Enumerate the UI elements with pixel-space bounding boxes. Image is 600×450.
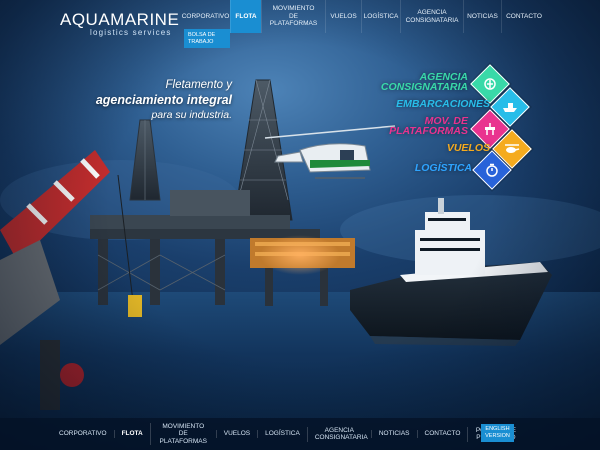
stopwatch-icon xyxy=(479,157,505,183)
footer-logistica[interactable]: Logística xyxy=(257,430,307,438)
nav-noticias[interactable]: Noticias xyxy=(463,0,501,33)
logo-wordmark: AQUAMARINE xyxy=(60,10,180,29)
submenu-bolsa-de-trabajo[interactable]: Bolsa de Trabajo xyxy=(184,29,230,48)
footer-flota[interactable]: Flota xyxy=(113,430,150,438)
service-embarcaciones[interactable]: Embarcaciones xyxy=(396,99,490,110)
vignette xyxy=(0,0,600,450)
nav-agencia-consignataria[interactable]: Agencia Consignataria xyxy=(400,0,463,33)
footer-agencia-consignataria[interactable]: Agencia Consignataria xyxy=(306,426,371,442)
footer-navigation: Corporativo Flota Movimiento de Platafor… xyxy=(52,422,523,446)
top-navigation: Corporativo Flota Movimiento de Platafor… xyxy=(181,0,546,33)
footer-contacto[interactable]: Contacto xyxy=(416,430,468,438)
footer-noticias[interactable]: Noticias xyxy=(370,430,417,438)
slogan-line-3: para su industria. xyxy=(151,109,232,121)
nav-vuelos[interactable]: Vuelos xyxy=(325,0,361,33)
footer-movimiento-de-plataformas[interactable]: Movimiento de Plataformas xyxy=(149,422,216,446)
logo[interactable]: AQUAMARINE logistics services xyxy=(60,10,180,38)
english-version-button[interactable]: English Version xyxy=(481,424,514,442)
service-vuelos[interactable]: Vuelos xyxy=(447,143,490,154)
hero-background xyxy=(0,0,600,450)
footer-vuelos[interactable]: Vuelos xyxy=(215,430,257,438)
hero-slogan: Fletamento y agenciamiento integral para… xyxy=(82,79,232,121)
nav-flota[interactable]: Flota xyxy=(230,0,261,33)
service-agencia-consignataria[interactable]: Agencia Consignataria xyxy=(368,72,468,93)
nav-movimiento-de-plataformas[interactable]: Movimiento de Plataformas xyxy=(261,0,325,33)
logo-tagline: logistics services xyxy=(90,28,172,37)
service-mov-de-plataformas[interactable]: Mov. de Plataformas xyxy=(376,116,468,137)
service-logistica[interactable]: Logística xyxy=(415,163,472,174)
nav-contacto[interactable]: Contacto xyxy=(501,0,546,33)
footer-corporativo[interactable]: Corporativo xyxy=(52,430,114,438)
slogan-line-2: agenciamiento integral xyxy=(95,93,232,107)
nav-logistica[interactable]: Logística xyxy=(361,0,400,33)
slogan-line-1: Fletamento y xyxy=(165,79,232,91)
